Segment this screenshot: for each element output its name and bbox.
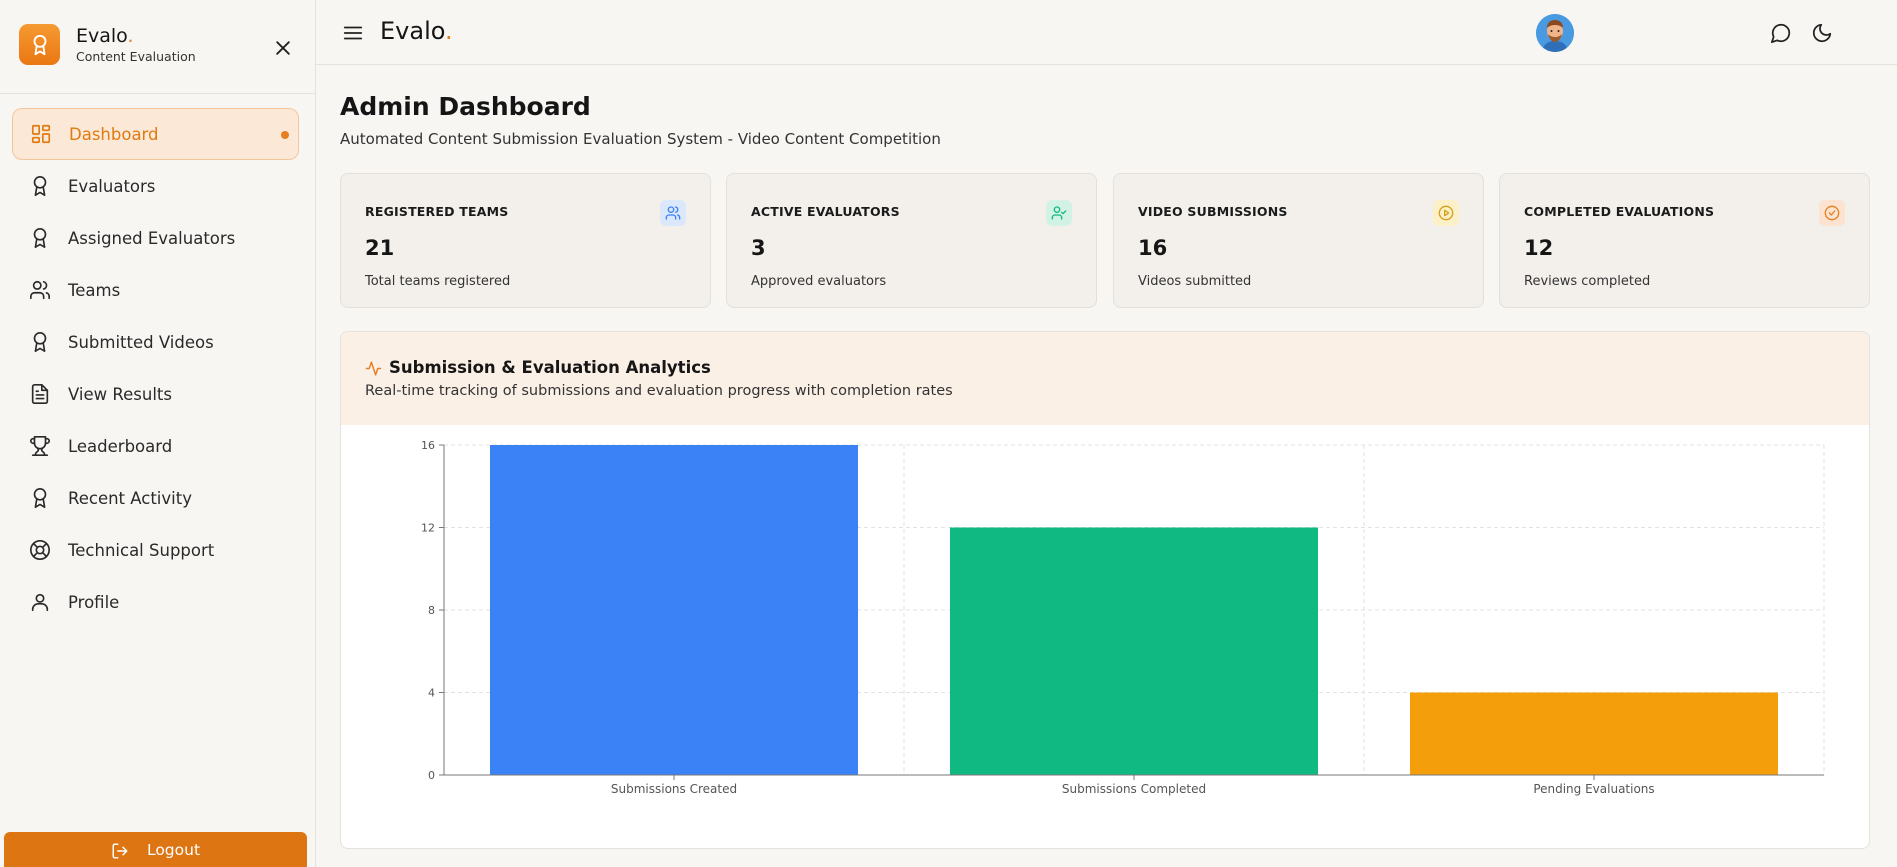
stat-value: 16 <box>1138 236 1168 260</box>
sidebar-item-label: Leaderboard <box>68 436 173 456</box>
logout-button[interactable]: Logout <box>4 832 307 867</box>
bar <box>490 445 858 775</box>
topbar-brand[interactable]: Evalo. <box>380 17 453 45</box>
avatar[interactable] <box>1536 14 1574 52</box>
close-icon <box>276 41 290 55</box>
close-sidebar-button[interactable] <box>270 35 296 61</box>
sidebar-item-technical-support[interactable]: Technical Support <box>12 524 299 576</box>
user-check-icon <box>1046 200 1072 226</box>
stat-card-video-submissions: VIDEO SUBMISSIONS 16 Videos submitted <box>1113 173 1484 308</box>
sidebar-item-view-results[interactable]: View Results <box>12 368 299 420</box>
sidebar-item-evaluators[interactable]: Evaluators <box>12 160 299 212</box>
menu-button[interactable] <box>342 22 364 44</box>
stat-label: REGISTERED TEAMS <box>365 204 509 219</box>
bar <box>950 527 1318 775</box>
sidebar-nav: Dashboard Evaluators Assigned Evaluators… <box>12 108 299 628</box>
stat-description: Reviews completed <box>1524 274 1651 289</box>
logout-label: Logout <box>146 841 201 859</box>
y-tick-label: 4 <box>428 687 435 700</box>
check-circle-icon <box>1819 200 1845 226</box>
page-subtitle: Automated Content Submission Evaluation … <box>340 130 941 148</box>
active-indicator <box>281 131 289 139</box>
sidebar-item-label: Recent Activity <box>68 488 192 508</box>
users-icon <box>28 278 52 302</box>
play-circle-icon <box>1433 200 1459 226</box>
sidebar-item-teams[interactable]: Teams <box>12 264 299 316</box>
x-tick-label: Submissions Created <box>611 782 737 796</box>
sidebar-item-label: Assigned Evaluators <box>68 228 236 248</box>
page-title: Admin Dashboard <box>340 92 591 121</box>
logout-icon <box>111 842 129 864</box>
trophy-icon <box>28 434 52 458</box>
sidebar-item-label: View Results <box>68 384 172 404</box>
stat-label: ACTIVE EVALUATORS <box>751 204 900 219</box>
sidebar-item-profile[interactable]: Profile <box>12 576 299 628</box>
stat-description: Videos submitted <box>1138 274 1252 289</box>
messages-button[interactable] <box>1770 22 1792 44</box>
theme-toggle-button[interactable] <box>1811 22 1833 44</box>
sidebar-item-label: Technical Support <box>68 540 215 560</box>
sidebar: Evalo. Content Evaluation Dashboard Eval… <box>0 0 316 867</box>
sidebar-item-assigned-evaluators[interactable]: Assigned Evaluators <box>12 212 299 264</box>
lifebuoy-icon <box>28 538 52 562</box>
award-icon <box>28 330 52 354</box>
stat-value: 12 <box>1524 236 1554 260</box>
y-tick-label: 0 <box>428 769 435 782</box>
message-circle-icon <box>1770 23 1791 44</box>
stat-card-registered-teams: REGISTERED TEAMS 21 Total teams register… <box>340 173 711 308</box>
stat-card-completed-evaluations: COMPLETED EVALUATIONS 12 Reviews complet… <box>1499 173 1870 308</box>
stat-card-active-evaluators: ACTIVE EVALUATORS 3 Approved evaluators <box>726 173 1097 308</box>
users-icon <box>660 200 686 226</box>
sidebar-item-label: Submitted Videos <box>68 332 214 352</box>
award-icon <box>28 174 52 198</box>
stat-value: 3 <box>751 236 766 260</box>
sidebar-item-recent-activity[interactable]: Recent Activity <box>12 472 299 524</box>
user-icon <box>28 590 52 614</box>
brand[interactable]: Evalo. Content Evaluation <box>19 24 196 65</box>
y-tick-label: 16 <box>421 439 435 452</box>
award-icon <box>28 226 52 250</box>
sidebar-item-label: Teams <box>68 280 121 300</box>
hamburger-icon <box>343 26 363 40</box>
stat-value: 21 <box>365 236 395 260</box>
file-text-icon <box>28 382 52 406</box>
sidebar-item-leaderboard[interactable]: Leaderboard <box>12 420 299 472</box>
brand-name: Evalo. <box>76 24 134 47</box>
topbar: Evalo. <box>316 0 1897 65</box>
brand-subtitle: Content Evaluation <box>76 48 196 64</box>
x-tick-label: Pending Evaluations <box>1533 782 1654 796</box>
stat-description: Approved evaluators <box>751 274 887 289</box>
stat-label: VIDEO SUBMISSIONS <box>1138 204 1288 219</box>
sidebar-item-label: Evaluators <box>68 176 156 196</box>
sidebar-item-dashboard[interactable]: Dashboard <box>12 108 299 160</box>
sidebar-divider <box>0 93 316 94</box>
moon-icon <box>1812 23 1832 43</box>
bar <box>1410 692 1778 775</box>
sidebar-item-label: Dashboard <box>69 124 159 144</box>
bar-chart: 0 4 8 12 16 Submissions Created Submissions Co… <box>421 439 1825 796</box>
stat-label: COMPLETED EVALUATIONS <box>1524 204 1715 219</box>
x-tick-label: Submissions Completed <box>1062 782 1206 796</box>
dashboard-icon <box>29 122 53 146</box>
stat-description: Total teams registered <box>365 274 511 289</box>
sidebar-item-submitted-videos[interactable]: Submitted Videos <box>12 316 299 368</box>
y-tick-label: 12 <box>421 522 435 535</box>
award-icon <box>28 486 52 510</box>
sidebar-item-label: Profile <box>68 592 120 612</box>
analytics-panel: Submission & Evaluation Analytics Real-t… <box>340 331 1870 849</box>
y-tick-label: 8 <box>428 604 435 617</box>
award-logo-icon <box>19 24 60 65</box>
